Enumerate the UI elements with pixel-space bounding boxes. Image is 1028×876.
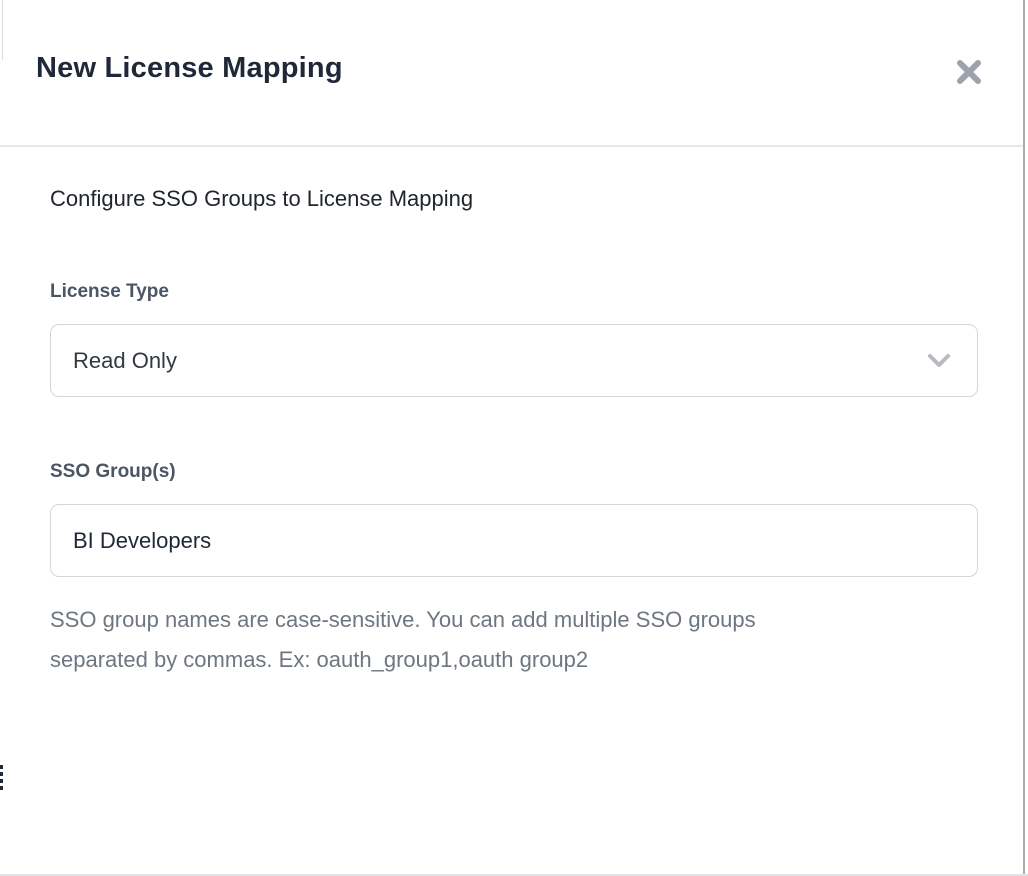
modal-subtitle: Configure SSO Groups to License Mapping xyxy=(50,186,473,212)
modal-title: New License Mapping xyxy=(36,52,343,85)
license-mapping-modal: New License Mapping Configure SSO Groups… xyxy=(0,0,1028,876)
sso-groups-input[interactable] xyxy=(51,505,977,576)
modal-header: New License Mapping xyxy=(0,0,1028,146)
sso-groups-help-line2: separated by commas. Ex: oauth_group1,oa… xyxy=(50,647,588,672)
license-type-selected-value: Read Only xyxy=(51,348,177,374)
chevron-down-icon xyxy=(927,353,951,369)
page-edge-left xyxy=(2,0,3,60)
header-divider xyxy=(0,145,1025,147)
close-button[interactable] xyxy=(948,51,990,93)
license-type-label: License Type xyxy=(50,281,169,303)
sso-groups-help-line1: SSO group names are case-sensitive. You … xyxy=(50,607,756,632)
page-edge-right xyxy=(1023,0,1025,876)
sso-groups-help: SSO group names are case-sensitive. You … xyxy=(50,600,930,680)
sso-groups-field xyxy=(50,504,978,577)
background-list-artifact xyxy=(0,765,3,790)
license-type-select[interactable]: Read Only xyxy=(50,324,978,397)
sso-groups-label: SSO Group(s) xyxy=(50,461,176,483)
close-icon xyxy=(955,58,983,86)
